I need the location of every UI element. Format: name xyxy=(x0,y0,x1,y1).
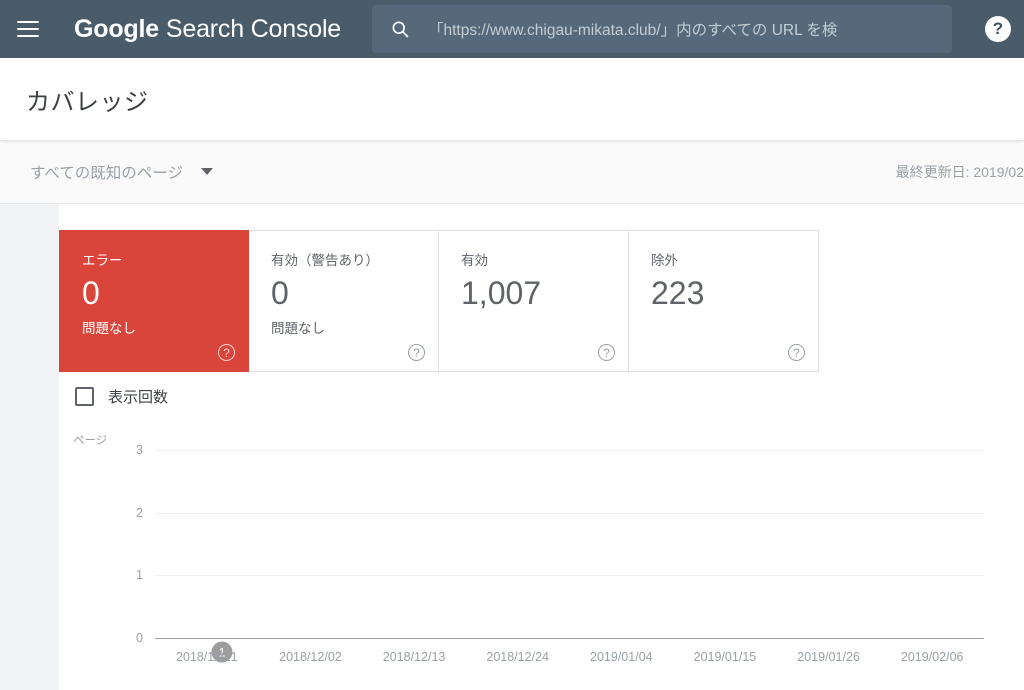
page-scope-dropdown-label: すべての既知のページ xyxy=(30,164,183,182)
status-card-value: 0 xyxy=(271,275,289,312)
status-card-valid[interactable]: 有効 1,007 ? xyxy=(439,230,629,372)
chart-y-tick-label: 0 xyxy=(136,631,143,645)
help-icon-glyph: ? xyxy=(992,19,1004,38)
status-card-subtitle: 問題なし xyxy=(82,320,136,336)
impressions-checkbox[interactable] xyxy=(75,387,94,406)
status-card-label: 有効（警告あり） xyxy=(271,253,379,268)
status-card-excluded[interactable]: 除外 223 ? xyxy=(629,230,819,372)
chart-y-axis-title: ページ xyxy=(73,435,108,447)
chart-x-tick-label: 2019/01/15 xyxy=(693,650,757,664)
chart-x-tick-label: 2019/01/04 xyxy=(590,650,653,664)
search-icon xyxy=(390,19,410,39)
coverage-chart: ページ 3210 1 2018/11/21 2018/12/02 2018/12/1… xyxy=(59,432,1024,672)
chevron-down-icon xyxy=(201,168,213,175)
chart-baseline xyxy=(155,638,984,639)
last-updated-text: 最終更新日: 2019/02 xyxy=(895,163,1024,180)
title-bar: カバレッジ xyxy=(0,58,1024,140)
chart-gridline xyxy=(155,575,984,577)
page-scope-dropdown[interactable]: すべての既知のページ xyxy=(30,161,213,183)
chart-x-tick-label: 2019/01/26 xyxy=(797,650,860,664)
chart-y-axis-ticks: 3 2 1 0 xyxy=(125,443,143,645)
brand-logo[interactable]: Google Search Console xyxy=(74,15,341,44)
chart-x-tick-label: 2018/12/02 xyxy=(279,650,342,664)
app-bar: Google Search Console 「https://www.chiga… xyxy=(0,0,1024,58)
chart-x-tick-label: 2019/02/06 xyxy=(900,650,964,664)
status-card-value: 1,007 xyxy=(461,275,542,312)
impressions-checkbox-row[interactable]: 表示回数 xyxy=(75,386,168,407)
search-input-placeholder[interactable]: 「https://www.chigau-mikata.club/」内のすべての … xyxy=(428,18,928,40)
chart-y-tick-label: 3 xyxy=(136,443,143,457)
page-title: カバレッジ xyxy=(26,88,149,116)
search-box[interactable]: 「https://www.chigau-mikata.club/」内のすべての … xyxy=(372,5,952,53)
chart-x-tick-label: 2018/12/13 xyxy=(382,650,446,664)
brand-google-text: Google xyxy=(74,14,159,43)
brand-product-text: Search Console xyxy=(165,14,342,43)
status-card-help-icon[interactable]: ? xyxy=(408,344,425,361)
status-card-label: 除外 xyxy=(651,253,678,268)
status-card-label: エラー xyxy=(82,253,123,268)
status-card-subtitle: 問題なし xyxy=(271,320,325,336)
hamburger-menu-icon xyxy=(17,16,39,41)
status-card-value: 0 xyxy=(82,275,100,312)
status-card-row: エラー 0 問題なし ? 有効（警告あり） 0 問題なし ? 有効 1,007 … xyxy=(59,230,819,372)
coverage-panel: エラー 0 問題なし ? 有効（警告あり） 0 問題なし ? 有効 1,007 … xyxy=(59,204,1024,690)
chart-y-tick-label: 1 xyxy=(136,568,143,583)
chart-plot-area: 1 xyxy=(155,450,984,663)
chart-y-tick-label: 2 xyxy=(136,505,143,520)
help-icon[interactable]: ? xyxy=(985,16,1011,42)
status-card-help-icon[interactable]: ? xyxy=(218,344,235,361)
chart-x-tick-label: 2018/11/21 xyxy=(175,650,238,664)
impressions-checkbox-label: 表示回数 xyxy=(108,389,169,406)
chart-gridline xyxy=(155,450,984,451)
status-card-error[interactable]: エラー 0 問題なし ? xyxy=(59,230,249,372)
chart-x-tick-label: 2018/12/24 xyxy=(486,650,549,664)
status-card-valid-with-warnings[interactable]: 有効（警告あり） 0 問題なし ? xyxy=(249,230,439,372)
chart-gridline xyxy=(155,512,984,514)
chart-x-axis-ticks: 2018/11/21 2018/12/02 2018/12/13 2018/12/24… xyxy=(155,650,984,670)
status-card-help-icon[interactable]: ? xyxy=(788,344,805,361)
status-card-value: 223 xyxy=(651,275,705,312)
status-card-help-icon[interactable]: ? xyxy=(598,344,615,361)
hamburger-menu-button[interactable] xyxy=(0,0,56,58)
filter-bar: すべての既知のページ 最終更新日: 2019/02 xyxy=(0,140,1024,204)
status-card-label: 有効 xyxy=(461,253,488,268)
